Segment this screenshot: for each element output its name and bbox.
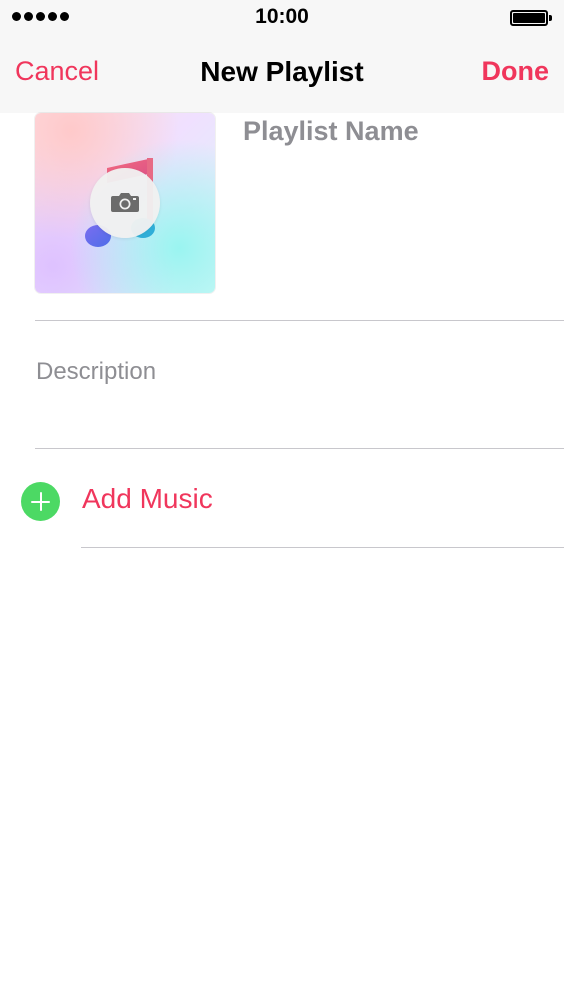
add-music-label: Add Music (82, 483, 213, 514)
status-bar: 10:00 (0, 0, 564, 38)
description-field[interactable]: Description (36, 358, 156, 386)
plus-circle-icon (21, 482, 60, 521)
playlist-artwork[interactable] (35, 113, 215, 293)
done-button[interactable]: Done (482, 56, 550, 87)
divider (35, 448, 564, 449)
divider (35, 320, 564, 321)
status-time: 10:00 (255, 5, 309, 28)
battery-icon (510, 10, 554, 26)
add-music-button[interactable]: Add Music (0, 470, 564, 530)
cancel-button[interactable]: Cancel (15, 56, 99, 87)
top-bar: 10:00 Cancel New Playlist Done (0, 0, 564, 113)
playlist-name-field[interactable]: Playlist Name (243, 116, 419, 147)
camera-button[interactable] (90, 168, 160, 238)
navigation-bar: Cancel New Playlist Done (0, 38, 564, 113)
camera-icon (111, 193, 139, 212)
divider (81, 547, 564, 548)
